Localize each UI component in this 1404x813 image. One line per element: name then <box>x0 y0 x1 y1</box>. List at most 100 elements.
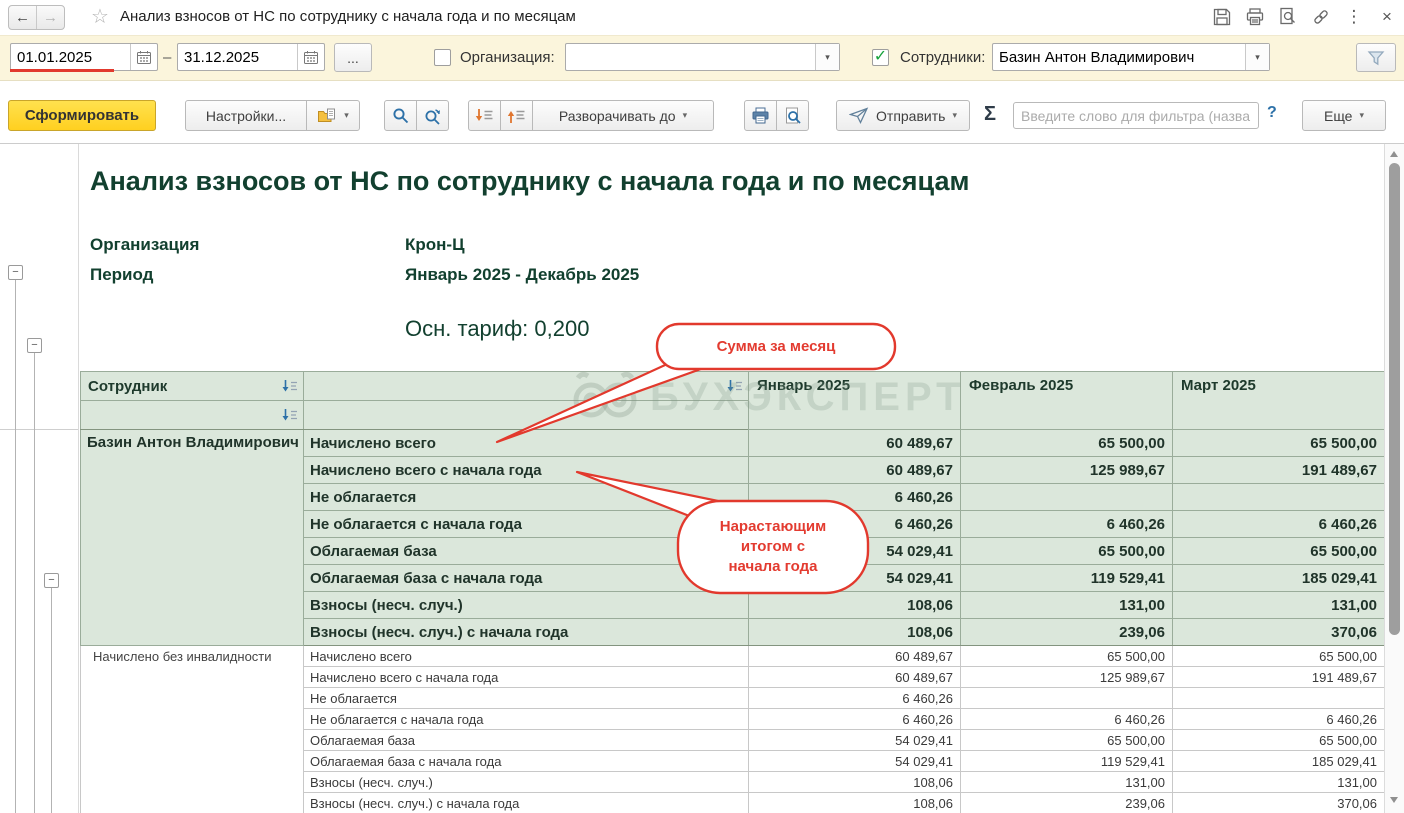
scrollbar-thumb[interactable] <box>1389 163 1400 635</box>
value-cell[interactable]: 54 029,41 <box>749 751 961 772</box>
value-cell[interactable]: 119 529,41 <box>961 565 1173 592</box>
indicator-cell[interactable]: Начислено всего с начала года <box>304 457 749 484</box>
scroll-down-arrow[interactable] <box>1390 797 1398 803</box>
value-cell[interactable]: 125 989,67 <box>961 457 1173 484</box>
value-cell[interactable]: 119 529,41 <box>961 751 1173 772</box>
search-button[interactable] <box>384 100 417 131</box>
indicator-subheader[interactable] <box>304 401 749 430</box>
org-combo[interactable]: ▾ <box>565 43 840 71</box>
sort-icon[interactable] <box>726 379 744 394</box>
indicator-cell[interactable]: Не облагается <box>304 688 749 709</box>
scroll-up-arrow[interactable] <box>1390 151 1398 157</box>
value-cell[interactable]: 370,06 <box>1173 619 1385 646</box>
help-icon[interactable]: ? <box>1267 104 1277 122</box>
value-cell[interactable]: 60 489,67 <box>749 457 961 484</box>
value-cell[interactable] <box>961 688 1173 709</box>
group-collapse-button[interactable]: − <box>8 265 23 280</box>
value-cell[interactable]: 108,06 <box>749 772 961 793</box>
org-checkbox[interactable] <box>434 49 451 66</box>
vertical-scrollbar[interactable] <box>1384 144 1404 813</box>
month-column-header[interactable]: Февраль 2025 <box>961 372 1173 430</box>
value-cell[interactable]: 60 489,67 <box>749 430 961 457</box>
back-button[interactable]: ← <box>9 6 36 29</box>
forward-button[interactable]: → <box>36 6 64 29</box>
group-collapse-button[interactable]: − <box>27 338 42 353</box>
filter-settings-button[interactable] <box>1356 43 1396 72</box>
indicator-cell[interactable]: Облагаемая база с начала года <box>304 565 749 592</box>
month-column-header[interactable]: Март 2025 <box>1173 372 1385 430</box>
value-cell[interactable]: 54 029,41 <box>749 538 961 565</box>
group-collapse-button[interactable]: − <box>44 573 59 588</box>
value-cell[interactable]: 54 029,41 <box>749 730 961 751</box>
indicator-cell[interactable]: Облагаемая база с начала года <box>304 751 749 772</box>
employees-checkbox[interactable]: ✓ <box>872 49 889 66</box>
value-cell[interactable]: 6 460,26 <box>1173 511 1385 538</box>
print-button[interactable] <box>744 100 777 131</box>
indicator-cell[interactable]: Не облагается с начала года <box>304 511 749 538</box>
date-from-field[interactable]: 01.01.2025 <box>10 43 158 71</box>
value-cell[interactable]: 131,00 <box>961 592 1173 619</box>
employee-subheader[interactable] <box>81 401 304 430</box>
favorite-star-icon[interactable]: ☆ <box>91 4 109 29</box>
collapse-all-button[interactable] <box>500 100 533 131</box>
period-options-button[interactable]: ... <box>334 43 372 72</box>
indicator-cell[interactable]: Начислено всего <box>304 646 749 667</box>
value-cell[interactable]: 65 500,00 <box>1173 430 1385 457</box>
indicator-cell[interactable]: Взносы (несч. случ.) <box>304 592 749 619</box>
date-to-value[interactable]: 31.12.2025 <box>178 44 297 70</box>
preview-icon[interactable] <box>1277 6 1299 28</box>
generate-button[interactable]: Сформировать <box>8 100 156 131</box>
value-cell[interactable]: 6 460,26 <box>749 511 961 538</box>
indicator-cell[interactable]: Взносы (несч. случ.) с начала года <box>304 619 749 646</box>
search-next-button[interactable] <box>416 100 449 131</box>
indicator-cell[interactable]: Облагаемая база <box>304 730 749 751</box>
value-cell[interactable]: 185 029,41 <box>1173 751 1385 772</box>
calendar-icon[interactable] <box>297 44 324 70</box>
employees-value[interactable]: Базин Антон Владимирович <box>993 44 1245 70</box>
indicator-cell[interactable]: Начислено всего с начала года <box>304 667 749 688</box>
value-cell[interactable]: 54 029,41 <box>749 565 961 592</box>
link-icon[interactable] <box>1310 6 1332 28</box>
value-cell[interactable]: 65 500,00 <box>961 538 1173 565</box>
value-cell[interactable]: 108,06 <box>749 619 961 646</box>
value-cell[interactable]: 131,00 <box>1173 592 1385 619</box>
value-cell[interactable] <box>1173 688 1385 709</box>
sort-icon[interactable] <box>281 379 299 394</box>
chevron-down-icon[interactable]: ▾ <box>1245 44 1269 70</box>
settings-button[interactable]: Настройки... <box>185 100 307 131</box>
value-cell[interactable]: 65 500,00 <box>1173 538 1385 565</box>
value-cell[interactable]: 370,06 <box>1173 793 1385 813</box>
value-cell[interactable]: 6 460,26 <box>749 709 961 730</box>
report-variants-button[interactable]: ▾ <box>306 100 360 131</box>
print-icon[interactable] <box>1244 6 1266 28</box>
value-cell[interactable]: 65 500,00 <box>961 430 1173 457</box>
indicator-cell[interactable]: Начислено всего <box>304 430 749 457</box>
send-button[interactable]: Отправить ▾ <box>836 100 970 131</box>
quick-filter-input[interactable] <box>1013 102 1259 129</box>
sort-icon[interactable] <box>281 408 299 423</box>
value-cell[interactable]: 65 500,00 <box>961 730 1173 751</box>
value-cell[interactable]: 6 460,26 <box>749 484 961 511</box>
value-cell[interactable]: 239,06 <box>961 619 1173 646</box>
date-from-value[interactable]: 01.01.2025 <box>11 44 130 70</box>
org-value[interactable] <box>566 44 815 70</box>
value-cell[interactable]: 6 460,26 <box>749 688 961 709</box>
value-cell[interactable]: 131,00 <box>1173 772 1385 793</box>
more-button[interactable]: Еще ▾ <box>1302 100 1386 131</box>
value-cell[interactable]: 65 500,00 <box>1173 730 1385 751</box>
value-cell[interactable]: 108,06 <box>749 592 961 619</box>
expand-to-button[interactable]: Разворачивать до ▾ <box>532 100 714 131</box>
value-cell[interactable]: 131,00 <box>961 772 1173 793</box>
indicator-cell[interactable]: Не облагается с начала года <box>304 709 749 730</box>
autosum-icon[interactable]: Σ <box>984 103 996 126</box>
indicator-cell[interactable]: Облагаемая база <box>304 538 749 565</box>
value-cell[interactable]: 108,06 <box>749 793 961 813</box>
value-cell[interactable]: 65 500,00 <box>961 646 1173 667</box>
indicator-column-header[interactable] <box>304 372 749 401</box>
value-cell[interactable]: 191 489,67 <box>1173 457 1385 484</box>
value-cell[interactable]: 191 489,67 <box>1173 667 1385 688</box>
value-cell[interactable]: 239,06 <box>961 793 1173 813</box>
calendar-icon[interactable] <box>130 44 157 70</box>
expand-all-button[interactable] <box>468 100 501 131</box>
value-cell[interactable] <box>961 484 1173 511</box>
